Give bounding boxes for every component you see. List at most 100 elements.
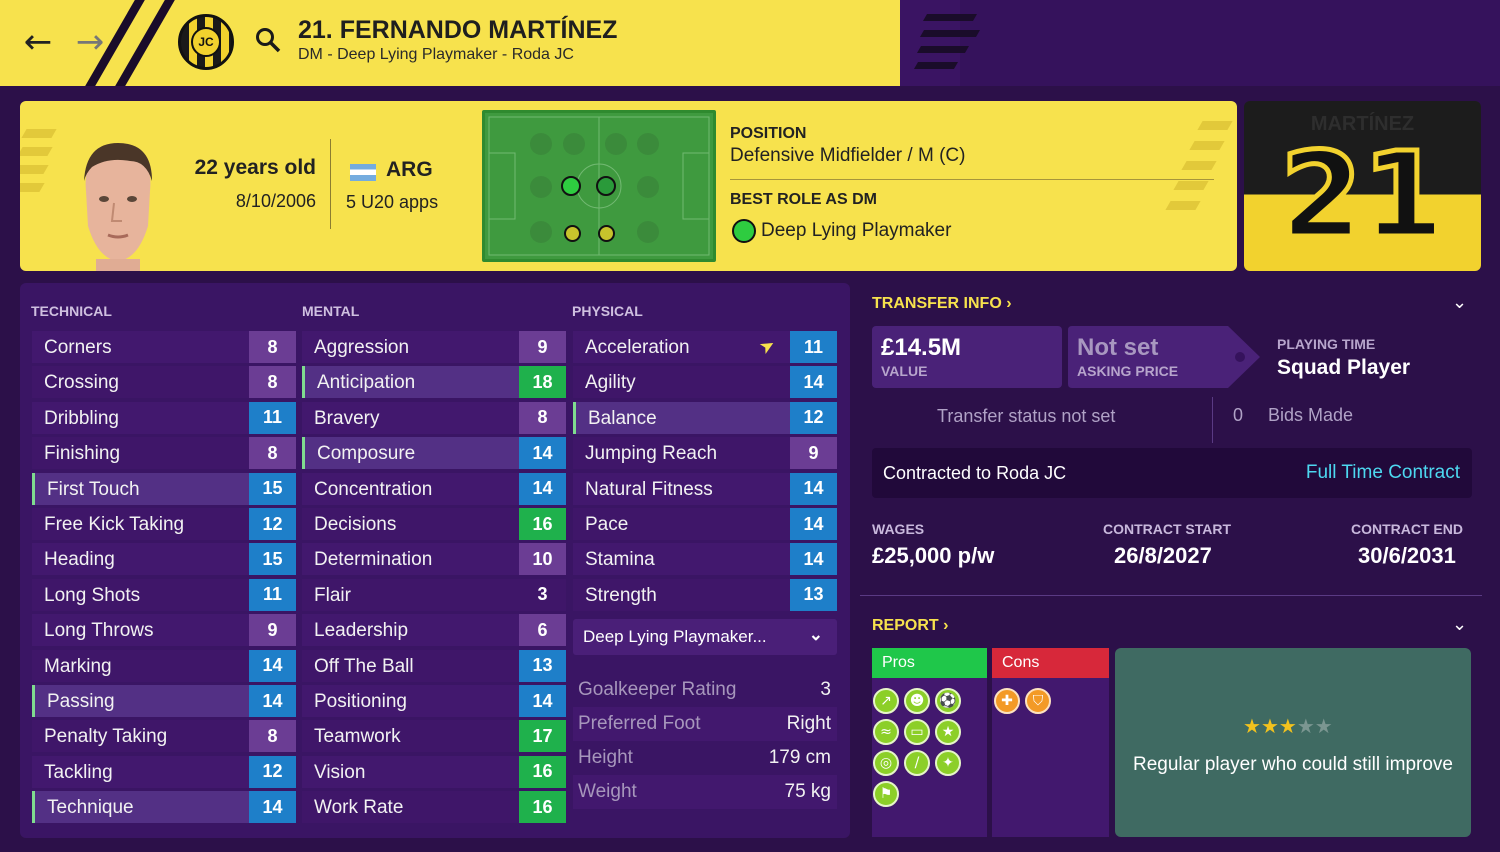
search-icon — [256, 28, 281, 53]
info-key: Preferred Foot — [578, 713, 701, 734]
head-icon[interactable]: ☻ — [904, 688, 930, 714]
position-pitch[interactable] — [482, 110, 716, 262]
player-dob: 8/10/2006 — [235, 191, 316, 211]
attribute-row-positioning[interactable]: Positioning 14 — [302, 685, 566, 717]
info-key: Goalkeeper Rating — [578, 679, 737, 700]
contract-end-value: 30/6/2031 — [1358, 543, 1456, 568]
attribute-row-finishing[interactable]: Finishing 8 — [32, 437, 296, 470]
club-badge[interactable]: JC — [178, 14, 234, 70]
target-icon[interactable]: ◎ — [873, 750, 899, 776]
wages-label: WAGES — [872, 521, 925, 537]
decor-stripe — [1173, 181, 1209, 190]
attribute-row-flair[interactable]: Flair 3 — [302, 578, 566, 611]
best-role-value[interactable]: Deep Lying Playmaker — [761, 220, 951, 242]
position-dot — [530, 176, 552, 198]
injury-icon[interactable]: ✚ — [994, 688, 1020, 714]
attribute-row-penalty-taking[interactable]: Penalty Taking 8 — [32, 720, 296, 753]
attribute-name: Determination — [314, 549, 433, 571]
attribute-name: Penalty Taking — [44, 726, 168, 748]
attribute-row-work-rate[interactable]: Work Rate 16 — [302, 791, 566, 824]
attribute-row-leadership[interactable]: Leadership 6 — [302, 614, 566, 647]
attribute-row-concentration[interactable]: Concentration 14 — [302, 472, 566, 505]
position-dot-natural — [596, 176, 616, 196]
boots-icon[interactable]: ≈ — [873, 719, 899, 745]
bids-label[interactable]: Bids Made — [1268, 405, 1353, 426]
report-link[interactable]: REPORT › — [872, 617, 948, 635]
transfer-info-link[interactable]: TRANSFER INFO › — [872, 295, 1012, 313]
role-select[interactable]: Deep Lying Playmaker... ⌄ — [573, 619, 837, 655]
position-dot — [637, 176, 659, 198]
decor-stripe — [913, 62, 959, 69]
attribute-value: 16 — [519, 791, 566, 824]
attribute-row-determination[interactable]: Determination 10 — [302, 543, 566, 576]
attribute-name: Long Throws — [44, 620, 154, 642]
attribute-row-dribbling[interactable]: Dribbling 11 — [32, 401, 296, 434]
contract-start-label: CONTRACT START — [1103, 521, 1232, 537]
back-button[interactable]: ← — [18, 22, 58, 62]
trend-up-icon[interactable]: ↗ — [873, 688, 899, 714]
pass-icon[interactable]: / — [904, 750, 930, 776]
attribute-value: 9 — [519, 331, 566, 363]
attribute-row-tackling[interactable]: Tackling 12 — [32, 755, 296, 788]
attribute-row-heading[interactable]: Heading 15 — [32, 543, 296, 576]
attribute-row-jumping-reach[interactable]: Jumping Reach 9 — [573, 437, 837, 470]
forward-button[interactable]: → — [70, 22, 110, 62]
position-dot — [637, 221, 659, 243]
profile-panel: 22 years old 8/10/2006 ARG 5 U20 apps PO… — [20, 101, 1237, 271]
attribute-row-strength[interactable]: Strength 13 — [573, 578, 837, 611]
attribute-row-acceleration[interactable]: Acceleration 11 — [573, 331, 837, 363]
attribute-row-long-throws[interactable]: Long Throws 9 — [32, 614, 296, 647]
attribute-row-off-the-ball[interactable]: Off The Ball 13 — [302, 649, 566, 682]
attribute-row-agility[interactable]: Agility 14 — [573, 366, 837, 399]
transfer-info-heading: TRANSFER INFO — [872, 295, 1002, 312]
attribute-row-crossing[interactable]: Crossing 8 — [32, 366, 296, 399]
attribute-row-corners[interactable]: Corners 8 — [32, 331, 296, 363]
attribute-row-long-shots[interactable]: Long Shots 11 — [32, 578, 296, 611]
attribute-value: 9 — [249, 614, 296, 647]
decor-stripe — [1197, 121, 1233, 130]
argentina-flag-icon — [350, 164, 376, 181]
attribute-row-technique[interactable]: Technique 14 — [32, 791, 296, 824]
shirt-number: 21 — [1278, 126, 1447, 264]
star-filled-icon: ★ — [1260, 714, 1279, 738]
asking-price-card[interactable]: Not set ASKING PRICE — [1068, 326, 1248, 388]
attribute-row-teamwork[interactable]: Teamwork 17 — [302, 720, 566, 753]
teamwork-icon[interactable]: ⚑ — [873, 781, 899, 807]
lightbulb-icon[interactable]: ✦ — [935, 750, 961, 776]
attribute-row-passing[interactable]: Passing 14 — [32, 685, 296, 717]
star-icon[interactable]: ★ — [935, 719, 961, 745]
attribute-row-aggression[interactable]: Aggression 9 — [302, 331, 566, 363]
attribute-row-first-touch[interactable]: First Touch 15 — [32, 472, 296, 505]
attribute-name: Free Kick Taking — [44, 514, 185, 535]
info-row: Goalkeeper Rating 3 — [573, 673, 837, 707]
attribute-value: 11 — [249, 401, 296, 434]
attribute-row-composure[interactable]: Composure 14 — [302, 437, 566, 470]
contract-type-link[interactable]: Full Time Contract — [1306, 462, 1460, 484]
chevron-down-icon[interactable]: ⌄ — [1452, 614, 1467, 635]
attribute-row-vision[interactable]: Vision 16 — [302, 755, 566, 788]
playing-time[interactable]: Squad Player — [1277, 356, 1410, 380]
role-rating-icon — [732, 219, 756, 243]
position-label: POSITION — [730, 125, 807, 142]
chevron-down-icon[interactable]: ⌄ — [1452, 292, 1467, 313]
player-nationality[interactable]: ARG — [386, 158, 433, 182]
attribute-row-pace[interactable]: Pace 14 — [573, 508, 837, 540]
decor-stripe — [20, 183, 45, 192]
transfer-status[interactable]: Transfer status not set — [937, 406, 1115, 427]
attribute-row-decisions[interactable]: Decisions 16 — [302, 508, 566, 540]
football-icon[interactable]: ⚽ — [935, 688, 961, 714]
potential-stars: ★★★★★ — [1243, 714, 1333, 738]
position-dot — [637, 133, 659, 155]
shield-icon[interactable]: ⛉ — [1025, 688, 1051, 714]
attribute-row-marking[interactable]: Marking 14 — [32, 649, 296, 682]
attribute-row-stamina[interactable]: Stamina 14 — [573, 543, 837, 576]
pitch-icon[interactable]: ▭ — [904, 719, 930, 745]
attribute-row-bravery[interactable]: Bravery 8 — [302, 401, 566, 434]
attribute-row-anticipation[interactable]: Anticipation 18 — [302, 366, 566, 399]
attribute-row-natural-fitness[interactable]: Natural Fitness 14 — [573, 472, 837, 505]
attribute-row-balance[interactable]: Balance 12 — [573, 401, 837, 434]
attribute-row-free-kick-taking[interactable]: Free Kick Taking 12 — [32, 508, 296, 540]
player-apps: 5 U20 apps — [346, 192, 439, 212]
search-button[interactable] — [254, 26, 282, 59]
decor-stripe — [922, 14, 978, 21]
